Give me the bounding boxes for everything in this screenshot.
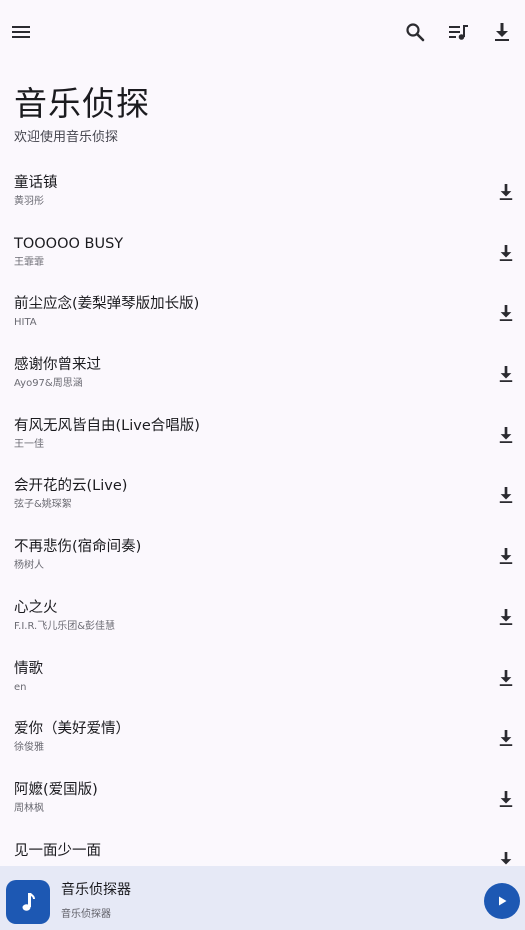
song-artist: 弦子&姚琛絮: [14, 499, 72, 511]
download-icon: [499, 305, 513, 322]
song-download-button[interactable]: [492, 785, 520, 813]
queue-button[interactable]: [441, 14, 477, 50]
search-icon: [406, 23, 425, 42]
download-icon: [495, 23, 509, 41]
song-title: 会开花的云(Live): [14, 478, 128, 495]
song-row[interactable]: TOOOOO BUSY 王霏霏: [0, 221, 525, 282]
song-title: 见一面少一面: [14, 842, 101, 859]
song-title: 情歌: [14, 660, 43, 677]
top-app-bar: [0, 0, 525, 64]
song-title: 不再悲伤(宿命间奏): [14, 539, 142, 556]
song-download-button[interactable]: [492, 360, 520, 388]
menu-icon: [12, 26, 30, 38]
song-download-button[interactable]: [492, 239, 520, 267]
song-download-button[interactable]: [492, 178, 520, 206]
album-art[interactable]: [6, 880, 50, 924]
song-title: TOOOOO BUSY: [14, 235, 124, 252]
song-artist: en: [14, 681, 27, 693]
song-row[interactable]: 阿嬷(爱国版) 周林枫: [0, 767, 525, 828]
song-title: 阿嬷(爱国版): [14, 781, 98, 798]
song-download-button[interactable]: [492, 299, 520, 327]
menu-button[interactable]: [3, 14, 39, 50]
download-all-button[interactable]: [484, 14, 520, 50]
song-download-button[interactable]: [492, 603, 520, 631]
song-title: 感谢你曾来过: [14, 357, 101, 374]
song-row[interactable]: 童话镇 黄羽彤: [0, 160, 525, 221]
song-title: 爱你（美好爱情）: [14, 721, 130, 738]
download-icon: [499, 669, 513, 686]
music-note-icon: [22, 893, 35, 911]
song-row[interactable]: 前尘应念(姜梨弹琴版加长版) HITA: [0, 281, 525, 342]
play-icon: [499, 896, 507, 906]
playlist-music-icon: [449, 25, 468, 40]
download-icon: [499, 184, 513, 200]
page-header: 音乐侦探 欢迎使用音乐侦探: [14, 82, 150, 146]
app-root: 音乐侦探 欢迎使用音乐侦探 童话镇黄羽彤 TOOOOO BUSY 王霏霏前尘应念(姜…: [0, 0, 525, 930]
download-icon: [499, 608, 513, 625]
download-icon: [499, 426, 513, 443]
song-download-button[interactable]: [492, 664, 520, 692]
download-icon: [499, 487, 513, 504]
song-row[interactable]: 情歌 en: [0, 646, 525, 707]
player-track-title: 音乐侦探器: [61, 882, 131, 898]
song-artist: 周林枫: [14, 802, 44, 814]
song-artist: 杨树人: [14, 560, 44, 572]
song-artist: HITA: [14, 317, 37, 329]
download-icon: [499, 548, 513, 565]
search-button[interactable]: [397, 14, 433, 50]
download-icon: [499, 730, 513, 747]
song-artist: 王霏霏: [14, 256, 44, 268]
song-title: 有风无风皆自由(Live合唱版): [14, 417, 200, 434]
player-track-artist: 音乐侦探器: [61, 909, 111, 920]
song-artist: F.I.R.飞儿乐团&彭佳慧: [14, 620, 116, 632]
song-artist: 黄羽彤: [14, 196, 44, 207]
song-row[interactable]: 会开花的云(Live) 弦子&姚琛絮: [0, 463, 525, 524]
song-list: 童话镇黄羽彤 TOOOOO BUSY 王霏霏前尘应念(姜梨弹琴版加长版) HITA 感谢…: [0, 160, 525, 888]
song-download-button[interactable]: [492, 542, 520, 570]
song-download-button[interactable]: [492, 724, 520, 752]
song-download-button[interactable]: [492, 481, 520, 509]
download-icon: [499, 366, 513, 383]
song-download-button[interactable]: [492, 421, 520, 449]
song-title: 前尘应念(姜梨弹琴版加长版): [14, 296, 200, 313]
play-button[interactable]: [484, 883, 520, 919]
song-row[interactable]: 有风无风皆自由(Live合唱版) 王一佳: [0, 403, 525, 464]
page-title: 音乐侦探: [14, 84, 150, 123]
song-row[interactable]: 不再悲伤(宿命间奏) 杨树人: [0, 524, 525, 585]
song-row[interactable]: 感谢你曾来过 Ayo97&周思涵: [0, 342, 525, 403]
song-title: 童话镇: [14, 175, 58, 191]
song-row[interactable]: 心之火 F.I.R.飞儿乐团&彭佳慧: [0, 585, 525, 646]
song-title: 心之火: [14, 599, 58, 616]
song-artist: 王一佳: [14, 438, 44, 450]
song-artist: Ayo97&周思涵: [14, 378, 83, 390]
page-subtitle: 欢迎使用音乐侦探: [14, 130, 119, 145]
download-icon: [499, 244, 513, 261]
song-row[interactable]: 爱你（美好爱情） 徐俊雅: [0, 706, 525, 767]
download-icon: [499, 790, 513, 807]
song-artist: 徐俊雅: [14, 742, 44, 754]
